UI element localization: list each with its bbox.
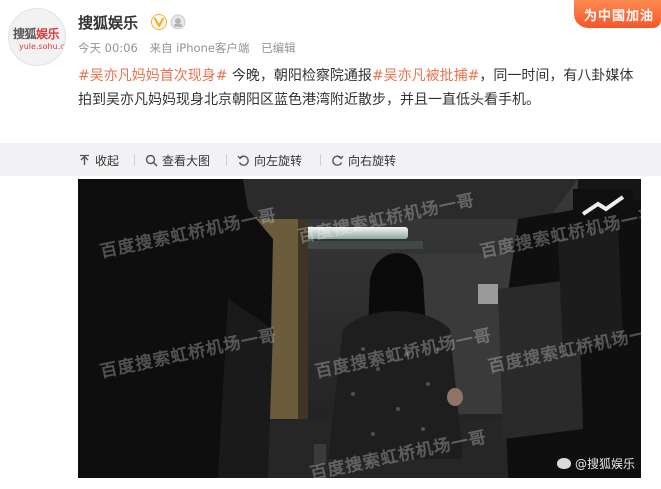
avatar[interactable]: 搜狐娱乐 yule.sohu.com xyxy=(8,8,66,66)
hashtag-link[interactable]: #吴亦凡妈妈首次现身# xyxy=(78,68,227,84)
post-text: #吴亦凡妈妈首次现身# 今晚，朝阳检察院通报#吴亦凡被批捕#，同一时间，有八卦媒… xyxy=(78,64,643,112)
post-text-segment: 今晚，朝阳检察院通报 xyxy=(227,68,372,84)
avatar-logo-text: 搜狐娱乐 xyxy=(13,27,60,41)
edited-label[interactable]: 已编辑 xyxy=(261,41,296,55)
collapse-button[interactable]: 收起 xyxy=(78,151,119,169)
post-time[interactable]: 今天 00:06 xyxy=(78,41,138,55)
image-toolbar: 收起 查看大图 向左旋转 向右旋转 xyxy=(0,143,661,176)
avatar-logo-url: yule.sohu.com xyxy=(19,42,65,51)
rotate-right-icon xyxy=(332,155,344,166)
divider xyxy=(320,154,321,166)
post-photo[interactable]: 百度搜索虹桥机场一哥 百度搜索虹桥机场一哥 百度搜索虹桥机场一哥 百度搜索虹桥机… xyxy=(78,179,641,478)
divider xyxy=(134,154,135,166)
rotate-left-button[interactable]: 向左旋转 xyxy=(237,151,302,169)
rotate-right-button[interactable]: 向右旋转 xyxy=(331,151,396,169)
collapse-icon xyxy=(80,154,89,165)
post-source: 来自 iPhone客户端 xyxy=(149,41,250,55)
photo-credit: @搜狐娱乐 xyxy=(556,455,635,472)
magnifier-icon xyxy=(145,154,158,167)
promo-badge[interactable]: 为中国加油 xyxy=(574,0,661,28)
rotate-left-icon xyxy=(237,155,249,166)
verified-icon xyxy=(151,14,167,30)
account-name[interactable]: 搜狐娱乐 xyxy=(78,12,138,33)
member-badge-icon[interactable] xyxy=(170,14,186,30)
view-large-button[interactable]: 查看大图 xyxy=(145,151,210,169)
weibo-logo-icon xyxy=(556,458,571,469)
hashtag-link[interactable]: #吴亦凡被批捕# xyxy=(372,68,479,84)
post-meta: 今天 00:06 来自 iPhone客户端 已编辑 xyxy=(78,40,304,56)
divider xyxy=(226,154,227,166)
